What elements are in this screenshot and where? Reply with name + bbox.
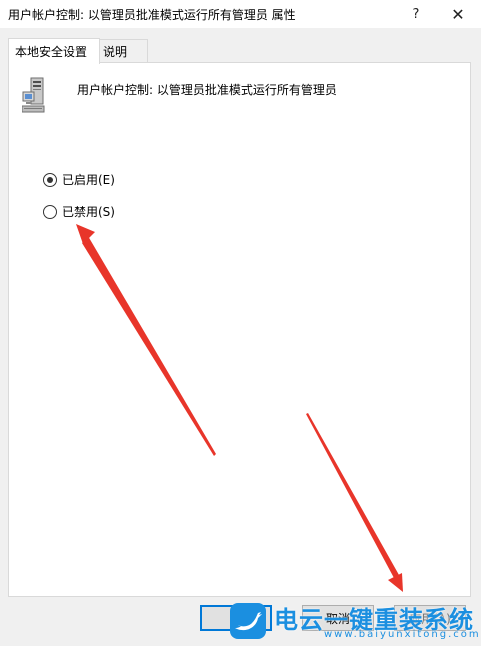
policy-name: 用户帐户控制: 以管理员批准模式运行所有管理员 bbox=[77, 83, 337, 97]
bird-logo-icon bbox=[230, 603, 266, 639]
help-icon: ? bbox=[412, 6, 420, 22]
option-disabled[interactable]: 已禁用(S) bbox=[43, 203, 115, 220]
tab-explain[interactable]: 说明 bbox=[96, 39, 148, 63]
close-button[interactable]: ✕ bbox=[438, 0, 478, 28]
watermark-url: www.baiyunxitong.com bbox=[324, 629, 481, 640]
radio-enabled[interactable] bbox=[43, 172, 57, 187]
option-enabled-label: 已启用(E) bbox=[62, 173, 115, 187]
tab-local-security-setting[interactable]: 本地安全设置 bbox=[8, 38, 100, 64]
tab-label: 说明 bbox=[103, 45, 128, 59]
close-icon: ✕ bbox=[451, 4, 465, 24]
option-disabled-label: 已禁用(S) bbox=[62, 205, 115, 219]
radio-disabled[interactable] bbox=[43, 204, 57, 219]
server-computer-icon bbox=[22, 77, 45, 113]
settings-panel: 用户帐户控制: 以管理员批准模式运行所有管理员 已启用(E) 已禁用(S) bbox=[8, 62, 471, 597]
help-button[interactable]: ? bbox=[396, 0, 436, 28]
tab-strip: 本地安全设置 说明 bbox=[8, 38, 478, 64]
tab-label: 本地安全设置 bbox=[15, 45, 88, 59]
title-bar: 用户帐户控制: 以管理员批准模式运行所有管理员 属性 ? ✕ bbox=[0, 0, 481, 28]
option-enabled[interactable]: 已启用(E) bbox=[43, 171, 115, 188]
window-title: 用户帐户控制: 以管理员批准模式运行所有管理员 属性 bbox=[8, 8, 296, 22]
watermark: 电云一键重装系统 www.baiyunxitong.com bbox=[228, 600, 481, 646]
